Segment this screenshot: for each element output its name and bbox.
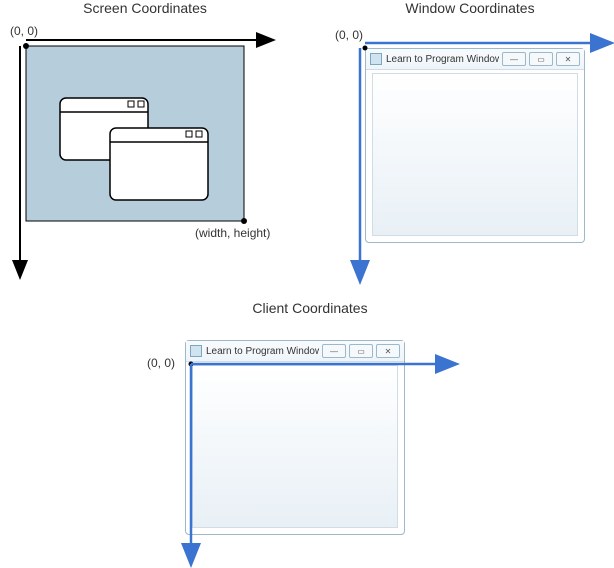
client-app-titlebar: Learn to Program Windows — ▭ ✕ [186,341,404,362]
close-glyph: ✕ [565,55,572,64]
mini-window-front-icon [110,128,208,200]
client-origin-dot [189,362,194,367]
client-origin-label: (0, 0) [147,356,175,370]
client-minimize-button-icon: — [322,344,346,358]
window-coordinates-diagram: Window Coordinates (0, 0) Learn to Progr… [335,0,605,298]
screen-coordinates-diagram: Screen Coordinates (0, 0) [10,0,280,298]
client-minimize-glyph: — [330,347,338,356]
app-window: Learn to Program Windows — ▭ ✕ [365,48,585,243]
client-app-window: Learn to Program Windows — ▭ ✕ [185,340,405,535]
client-app-window-title: Learn to Program Windows [206,346,319,357]
maximize-glyph: ▭ [537,55,545,64]
window-title: Window Coordinates [335,0,605,16]
client-maximize-button-icon: ▭ [349,344,373,358]
client-close-button-icon: ✕ [376,344,400,358]
client-diagram-area: (0, 0) Learn to Program Windows — ▭ ✕ [155,318,465,568]
screen-diagram-area: (0, 0) [10,18,280,298]
minimize-button-icon: — [502,52,526,66]
minimize-glyph: — [510,55,518,64]
app-window-title: Learn to Program Windows [386,54,499,65]
client-app-icon [190,345,202,357]
window-origin-label: (0, 0) [335,28,363,42]
screen-title: Screen Coordinates [10,0,280,16]
client-title: Client Coordinates [155,300,465,316]
close-button-icon: ✕ [556,52,580,66]
screen-svg [10,18,280,298]
app-client-area [372,73,578,236]
screen-dim-label: (width, height) [195,226,270,240]
client-coordinates-diagram: Client Coordinates (0, 0) Learn to Progr… [155,300,465,568]
client-app-client-area [192,365,398,528]
app-icon [370,53,382,65]
window-diagram-area: (0, 0) Learn to Program Windows — ▭ ✕ [335,18,605,298]
app-titlebar: Learn to Program Windows — ▭ ✕ [366,49,584,70]
client-maximize-glyph: ▭ [357,347,365,356]
maximize-button-icon: ▭ [529,52,553,66]
window-origin-dot [363,46,368,51]
client-close-glyph: ✕ [385,347,392,356]
